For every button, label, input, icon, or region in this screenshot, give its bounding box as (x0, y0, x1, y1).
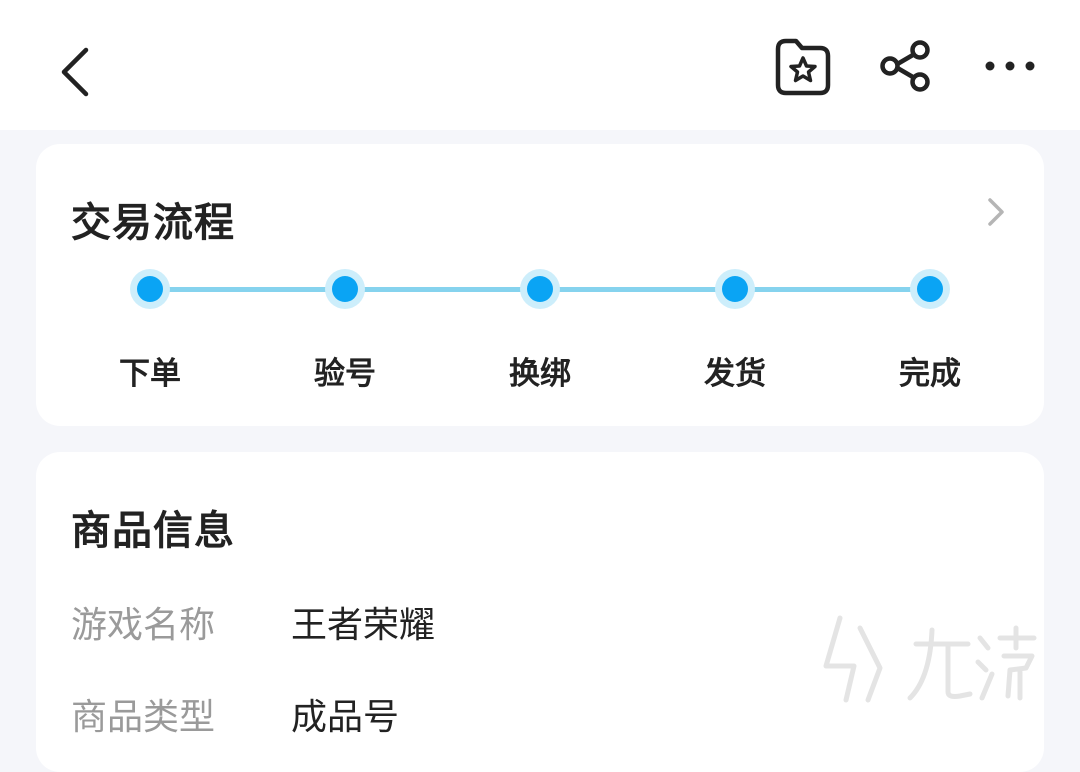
back-button[interactable] (44, 34, 108, 110)
more-dots-icon (985, 61, 1035, 71)
process-step: 换绑 (480, 270, 600, 393)
favorite-button[interactable] (766, 30, 838, 102)
step-dot (917, 276, 943, 302)
step-dot (332, 276, 358, 302)
step-label: 发货 (704, 356, 766, 392)
step-label: 下单 (119, 356, 181, 392)
step-dot (137, 276, 163, 302)
product-info-title: 商品信息 (71, 508, 235, 554)
info-label: 游戏名称 (71, 605, 216, 646)
chevron-right-icon[interactable] (984, 194, 1008, 230)
step-label: 验号 (314, 356, 376, 392)
chevron-left-icon (61, 47, 89, 97)
info-value: 成品号 (291, 697, 400, 738)
step-dot (527, 276, 553, 302)
step-label: 完成 (899, 356, 961, 392)
process-step: 完成 (870, 270, 990, 393)
process-step: 发货 (675, 270, 795, 393)
watermark-logo (823, 615, 1037, 703)
process-title: 交易流程 (71, 200, 235, 246)
step-label: 换绑 (509, 356, 571, 392)
process-step: 下单 (90, 270, 210, 393)
share-button[interactable] (872, 30, 940, 102)
star-folder-icon (775, 38, 831, 96)
info-label: 商品类型 (71, 697, 216, 738)
process-step: 验号 (285, 270, 405, 393)
step-dot (722, 276, 748, 302)
more-button[interactable] (976, 30, 1044, 102)
top-navigation-bar (0, 0, 1080, 130)
share-icon (880, 40, 930, 92)
transaction-process-card: 交易流程 下单 验号 换绑 发货 完成 (36, 144, 1044, 426)
info-value: 王者荣耀 (291, 605, 436, 646)
